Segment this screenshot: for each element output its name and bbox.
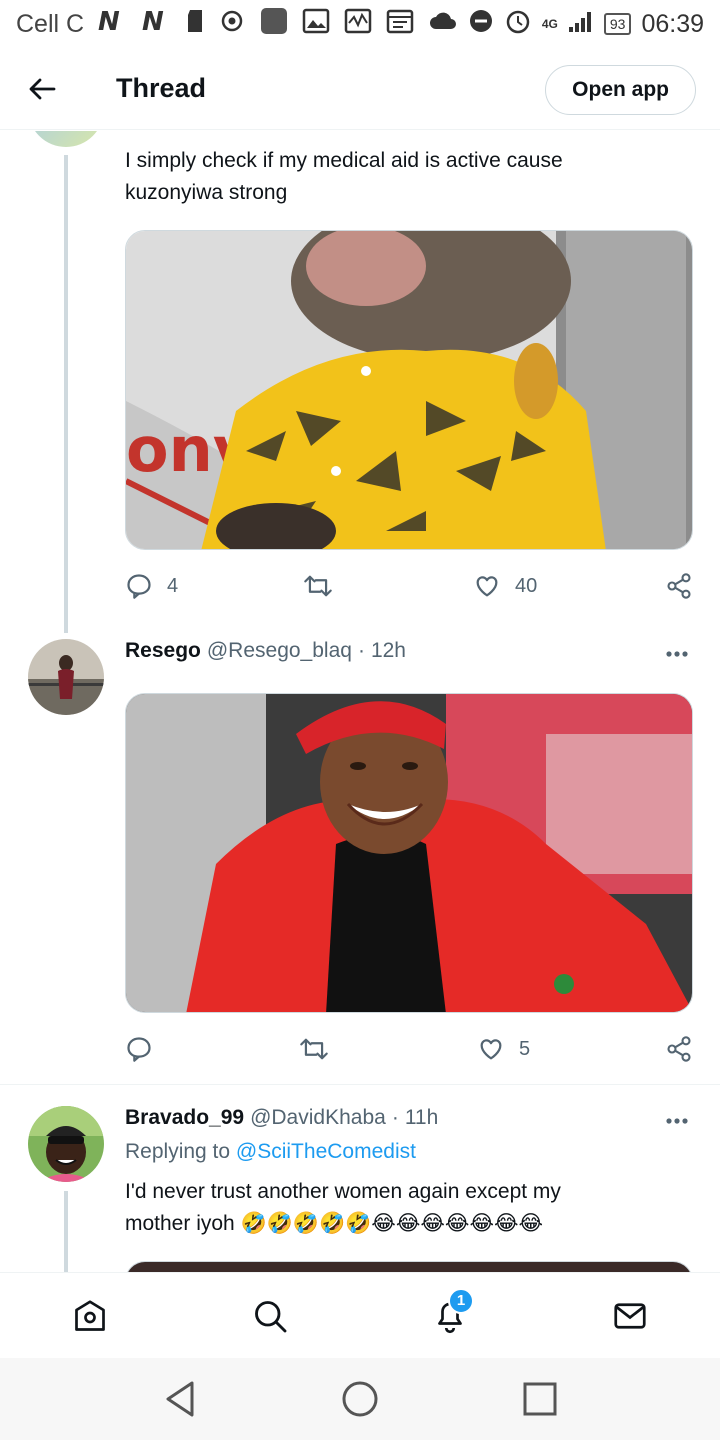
cloud-icon	[428, 9, 458, 40]
tweet-time[interactable]: 12h	[371, 639, 406, 663]
like-button[interactable]: 40	[473, 572, 537, 600]
replying-prefix: Replying to	[125, 1140, 231, 1163]
system-navigation	[0, 1358, 720, 1440]
share-button[interactable]	[665, 1035, 693, 1063]
tweet-actions: 4 40	[125, 568, 693, 608]
system-home-button[interactable]	[325, 1364, 395, 1434]
more-icon	[666, 651, 688, 657]
avatar[interactable]	[28, 131, 104, 147]
nav-home[interactable]	[50, 1276, 130, 1356]
alarm-icon	[504, 7, 532, 42]
svg-text:N: N	[98, 8, 120, 34]
like-button[interactable]: 5	[477, 1035, 530, 1063]
more-options-button[interactable]	[662, 639, 692, 669]
reply-button[interactable]	[125, 1035, 153, 1063]
carrier-label: Cell C	[16, 9, 85, 38]
avatar[interactable]	[28, 639, 104, 715]
tweet-media-image[interactable]	[125, 1261, 693, 1272]
replying-to: Replying to @SciiTheComedist	[125, 1140, 416, 1164]
thread-header: Thread Open app	[0, 48, 720, 130]
status-bar: Cell C N N 4G 93 06:39	[0, 0, 720, 48]
avatar-image	[28, 639, 104, 715]
calendar-icon	[386, 8, 414, 41]
thread-connector	[64, 155, 68, 633]
laughing-man-photo	[126, 694, 692, 1012]
tweet-time[interactable]: 11h	[405, 1106, 438, 1130]
heart-icon	[480, 1039, 502, 1060]
author-handle[interactable]: @Resego_blaq	[207, 639, 352, 663]
sd-card-icon	[186, 8, 206, 41]
clock: 06:39	[641, 9, 704, 38]
home-icon	[75, 1299, 105, 1331]
author-handle[interactable]: @DavidKhaba	[250, 1106, 386, 1130]
circle-home-icon	[342, 1381, 378, 1417]
share-button[interactable]	[665, 572, 693, 600]
retweet-button[interactable]	[299, 1035, 329, 1063]
notification-badge: 1	[448, 1287, 474, 1314]
nav-search[interactable]	[230, 1276, 310, 1356]
tweet-header: Bravado_99 @DavidKhaba · 11h	[125, 1106, 438, 1130]
separator-dot: ·	[357, 639, 365, 662]
n-app-icon-2: N	[142, 7, 172, 41]
signal-icon	[568, 9, 594, 40]
heart-icon	[476, 576, 498, 597]
retweet-icon	[304, 575, 332, 597]
svg-text:N: N	[142, 8, 164, 34]
tweet-text: I'd never trust another women again exce…	[125, 1176, 685, 1240]
nav-messages[interactable]	[590, 1276, 670, 1356]
system-back-button[interactable]	[145, 1364, 215, 1434]
activity-icon	[344, 8, 372, 41]
tweet-media-image[interactable]: onv	[125, 230, 693, 550]
system-recents-button[interactable]	[505, 1364, 575, 1434]
retweet-icon	[300, 1038, 328, 1060]
replying-to-link[interactable]: @SciiTheComedist	[236, 1140, 416, 1163]
tweet-header: Resego @Resego_blaq · 12h	[125, 639, 406, 663]
avatar-image	[28, 1106, 104, 1182]
share-icon	[667, 573, 691, 599]
like-count: 40	[515, 574, 538, 597]
reply-icon	[127, 1037, 151, 1062]
gallery-icon	[302, 8, 330, 41]
tweet-text-line: mother iyoh 🤣🤣🤣🤣🤣😂😂😂😂😂😂😂	[125, 1212, 544, 1235]
n-app-icon: N	[98, 7, 128, 41]
dnd-icon	[468, 8, 494, 41]
page-title: Thread	[116, 73, 207, 103]
tweet-divider	[0, 1084, 720, 1085]
tweet-actions: 5	[125, 1031, 693, 1071]
monkey-photo: onv	[126, 231, 692, 549]
network-label: 4G	[541, 17, 558, 31]
triangle-back-icon	[166, 1381, 194, 1417]
share-icon	[667, 1036, 691, 1062]
nav-notifications[interactable]: 1	[410, 1276, 490, 1356]
mail-icon	[614, 1302, 646, 1329]
reply-count: 4	[167, 574, 179, 597]
tweet-text: I simply check if my medical aid is acti…	[125, 149, 563, 204]
more-options-button[interactable]	[662, 1106, 692, 1136]
avatar[interactable]	[28, 1106, 104, 1182]
retweet-button[interactable]	[303, 572, 333, 600]
bottom-navigation: 1	[0, 1272, 720, 1358]
author-name[interactable]: Resego	[125, 639, 201, 663]
location-icon	[220, 8, 246, 41]
more-icon	[666, 1118, 688, 1124]
back-arrow-icon	[29, 78, 56, 99]
battery-indicator: 93	[603, 13, 632, 35]
author-name[interactable]: Bravado_99	[125, 1106, 244, 1130]
app-square-icon	[260, 7, 288, 42]
open-app-button[interactable]: Open app	[545, 65, 696, 115]
reply-button[interactable]: 4	[125, 572, 178, 600]
tweet-media-image[interactable]	[125, 693, 693, 1013]
separator-dot: ·	[391, 1106, 399, 1129]
reply-icon	[127, 574, 151, 599]
tweet-text-line: I'd never trust another women again exce…	[125, 1180, 561, 1203]
search-icon	[255, 1300, 287, 1332]
square-recents-icon	[523, 1382, 557, 1416]
like-count: 5	[519, 1037, 531, 1060]
thread-feed[interactable]: I simply check if my medical aid is acti…	[0, 131, 720, 1272]
thread-connector	[64, 1191, 68, 1272]
back-button[interactable]	[0, 48, 84, 130]
